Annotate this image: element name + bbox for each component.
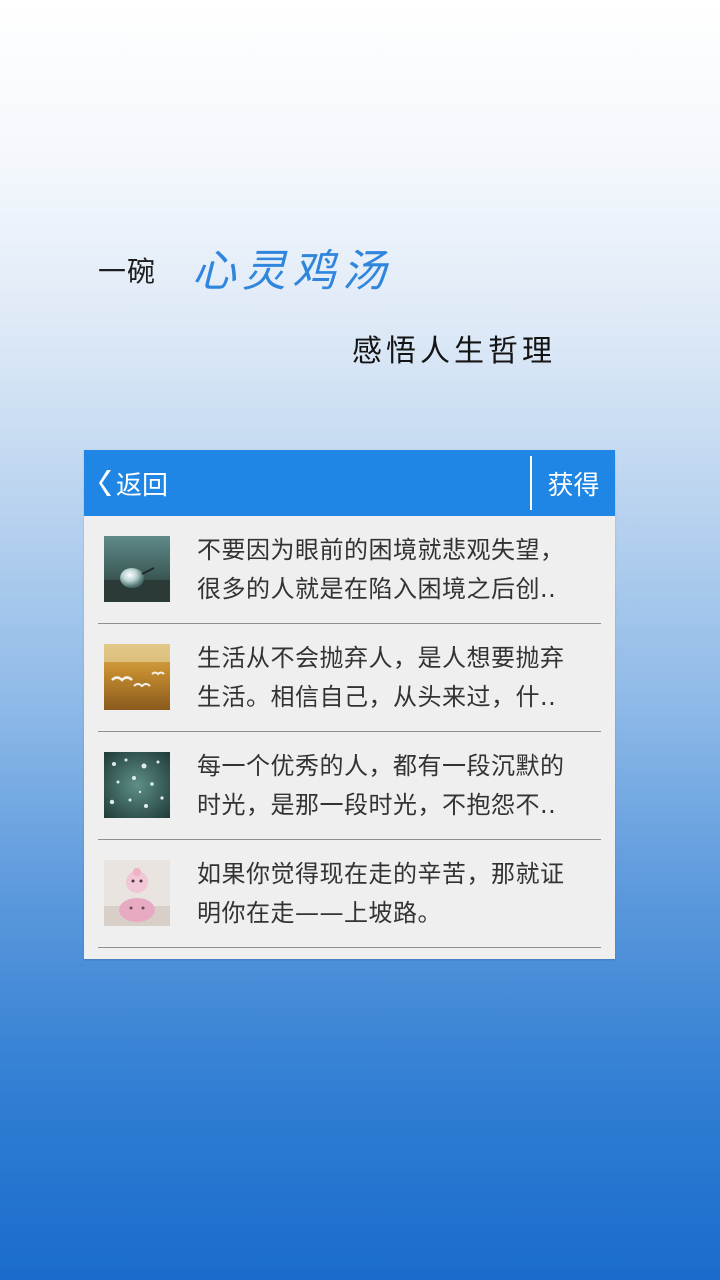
quote-text: 生活从不会抛弃人，是人想要抛弃 生活。相信自己，从头来过，什..	[197, 639, 597, 717]
hero-subtitle: 感悟人生哲理	[352, 334, 556, 369]
quote-line-2: 时光，是那一段时光，不抱怨不..	[197, 791, 557, 819]
quote-line-2: 生活。相信自己，从头来过，什..	[197, 683, 557, 711]
back-button[interactable]: 返回	[98, 450, 168, 516]
quote-line-2: 很多的人就是在陷入困境之后创..	[197, 575, 557, 603]
quote-line-1: 如果你觉得现在走的辛苦，那就证	[197, 860, 565, 888]
hero-banner: 一碗 心灵鸡汤 感悟人生哲理	[0, 0, 720, 420]
chevron-left-icon	[99, 470, 111, 496]
quote-list: 不要因为眼前的困境就悲观失望， 很多的人就是在陷入困境之后创.. 生活从不会抛弃…	[84, 516, 615, 948]
panel-header: 返回 获得	[84, 450, 615, 516]
list-item[interactable]: 如果你觉得现在走的辛苦，那就证 明你在走——上坡路。	[84, 840, 615, 948]
toy-doll-thumbnail	[104, 860, 170, 926]
quote-line-1: 每一个优秀的人，都有一段沉默的	[197, 752, 565, 780]
rain-glass-thumbnail	[104, 752, 170, 818]
list-item[interactable]: 不要因为眼前的困境就悲观失望， 很多的人就是在陷入困境之后创..	[84, 516, 615, 624]
quote-text: 如果你觉得现在走的辛苦，那就证 明你在走——上坡路。	[197, 855, 597, 933]
obtain-button[interactable]: 获得	[532, 450, 615, 516]
hero-title: 心灵鸡汤	[192, 246, 392, 297]
list-item[interactable]: 生活从不会抛弃人，是人想要抛弃 生活。相信自己，从头来过，什..	[84, 624, 615, 732]
content-panel: 返回 获得 不要因为眼前的困境就悲观失望， 很多的人就是在陷入困境之后创.. 生…	[84, 450, 615, 959]
hero-prefix: 一碗	[98, 255, 157, 288]
water-drop-thumbnail	[104, 536, 170, 602]
quote-line-2: 明你在走——上坡路。	[197, 899, 442, 927]
seagulls-thumbnail	[104, 644, 170, 710]
quote-text: 不要因为眼前的困境就悲观失望， 很多的人就是在陷入困境之后创..	[197, 531, 597, 609]
back-label: 返回	[116, 470, 169, 501]
quote-text: 每一个优秀的人，都有一段沉默的 时光，是那一段时光，不抱怨不..	[197, 747, 597, 825]
quote-line-1: 生活从不会抛弃人，是人想要抛弃	[197, 644, 565, 672]
quote-line-1: 不要因为眼前的困境就悲观失望，	[197, 536, 565, 564]
list-item[interactable]: 每一个优秀的人，都有一段沉默的 时光，是那一段时光，不抱怨不..	[84, 732, 615, 840]
